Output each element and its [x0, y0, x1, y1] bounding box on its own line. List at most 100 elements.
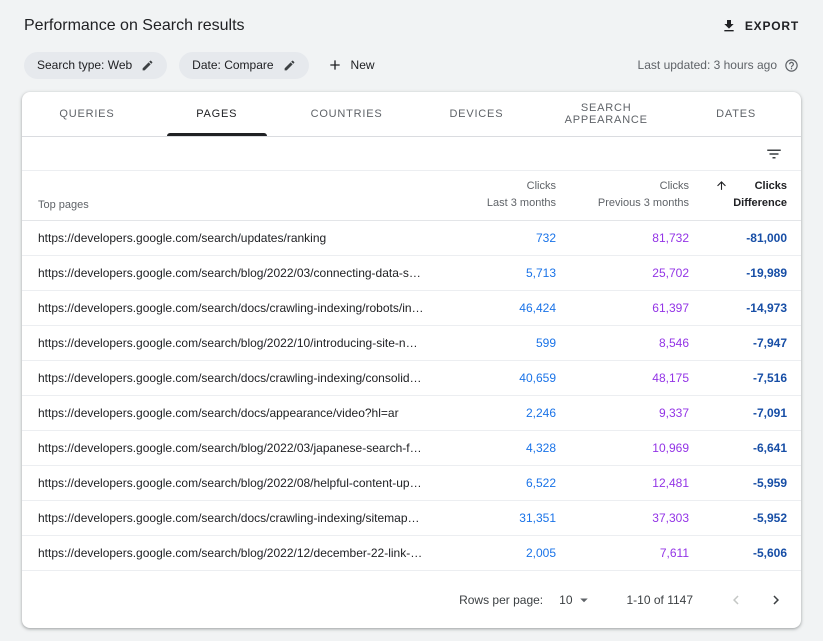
results-card: QUERIES PAGES COUNTRIES DEVICES SEARCH A…	[22, 92, 801, 628]
sort-ascending-icon	[715, 179, 728, 192]
clicks-previous-line1: Clicks	[556, 178, 689, 195]
filter-chips: Search type: Web Date: Compare New	[24, 52, 375, 79]
edit-pencil-icon	[141, 59, 154, 72]
clicks-previous-value: 37,303	[556, 511, 689, 525]
page-url[interactable]: https://developers.google.com/search/blo…	[38, 336, 436, 350]
clicks-last-value: 6,522	[436, 476, 556, 490]
chevron-left-icon	[727, 591, 745, 609]
table-row[interactable]: https://developers.google.com/search/blo…	[22, 431, 801, 466]
clicks-difference-line1: Clicks	[733, 178, 787, 195]
clicks-previous-line2: Previous 3 months	[556, 195, 689, 212]
clicks-previous-value: 7,611	[556, 546, 689, 560]
plus-icon	[327, 57, 343, 73]
table-row[interactable]: https://developers.google.com/search/doc…	[22, 291, 801, 326]
chevron-right-icon	[767, 591, 785, 609]
tab-search-appearance[interactable]: SEARCH APPEARANCE	[541, 92, 671, 136]
page-url[interactable]: https://developers.google.com/search/doc…	[38, 406, 436, 420]
filter-table-button[interactable]	[765, 145, 783, 163]
page-url[interactable]: https://developers.google.com/search/doc…	[38, 301, 436, 315]
clicks-last-value: 599	[436, 336, 556, 350]
rows-per-page-select[interactable]: 10	[559, 591, 592, 609]
clicks-last-value: 732	[436, 231, 556, 245]
tab-countries[interactable]: COUNTRIES	[282, 92, 412, 136]
clicks-difference-value: -5,606	[689, 546, 787, 560]
clicks-difference-value: -81,000	[689, 231, 787, 245]
clicks-difference-value: -5,959	[689, 476, 787, 490]
clicks-last-line1: Clicks	[436, 178, 556, 195]
dimension-tabs: QUERIES PAGES COUNTRIES DEVICES SEARCH A…	[22, 92, 801, 137]
table-row[interactable]: https://developers.google.com/search/blo…	[22, 536, 801, 571]
column-header-top-pages[interactable]: Top pages	[38, 199, 436, 211]
date-compare-chip-label: Date: Compare	[192, 58, 273, 72]
page-url[interactable]: https://developers.google.com/search/blo…	[38, 546, 436, 560]
table-row[interactable]: https://developers.google.com/search/upd…	[22, 221, 801, 256]
clicks-previous-value: 25,702	[556, 266, 689, 280]
table-header: Top pages Clicks Last 3 months Clicks Pr…	[22, 171, 801, 221]
pagination-range: 1-10 of 1147	[627, 593, 694, 607]
clicks-difference-value: -14,973	[689, 301, 787, 315]
table-row[interactable]: https://developers.google.com/search/doc…	[22, 396, 801, 431]
table-row[interactable]: https://developers.google.com/search/blo…	[22, 466, 801, 501]
export-button[interactable]: EXPORT	[721, 18, 799, 34]
new-filter-button[interactable]: New	[327, 57, 375, 73]
rows-per-page-label: Rows per page:	[459, 593, 543, 607]
edit-pencil-icon	[283, 59, 296, 72]
column-header-clicks-previous[interactable]: Clicks Previous 3 months	[556, 178, 689, 211]
clicks-last-value: 2,246	[436, 406, 556, 420]
clicks-last-value: 46,424	[436, 301, 556, 315]
clicks-last-value: 2,005	[436, 546, 556, 560]
clicks-last-line2: Last 3 months	[436, 195, 556, 212]
clicks-difference-value: -5,952	[689, 511, 787, 525]
clicks-previous-value: 10,969	[556, 441, 689, 455]
clicks-last-value: 40,659	[436, 371, 556, 385]
table-row[interactable]: https://developers.google.com/search/doc…	[22, 501, 801, 536]
table-row[interactable]: https://developers.google.com/search/doc…	[22, 361, 801, 396]
table-body: https://developers.google.com/search/upd…	[22, 221, 801, 571]
dropdown-arrow-icon	[575, 591, 593, 609]
clicks-difference-value: -7,947	[689, 336, 787, 350]
clicks-previous-value: 48,175	[556, 371, 689, 385]
clicks-difference-value: -7,091	[689, 406, 787, 420]
page-url[interactable]: https://developers.google.com/search/upd…	[38, 231, 436, 245]
tab-pages[interactable]: PAGES	[152, 92, 282, 136]
clicks-last-value: 5,713	[436, 266, 556, 280]
pagination-controls	[723, 587, 789, 613]
filter-list-icon	[765, 145, 783, 163]
help-icon[interactable]	[784, 58, 799, 73]
clicks-difference-value: -19,989	[689, 266, 787, 280]
search-type-chip-label: Search type: Web	[37, 58, 132, 72]
table-row[interactable]: https://developers.google.com/search/blo…	[22, 326, 801, 361]
table-footer: Rows per page: 10 1-10 of 1147	[22, 571, 801, 628]
table-toolbar	[22, 137, 801, 171]
clicks-difference-value: -7,516	[689, 371, 787, 385]
rows-per-page-value: 10	[559, 593, 572, 607]
tab-dates[interactable]: DATES	[671, 92, 801, 136]
column-header-clicks-difference[interactable]: Clicks Difference	[689, 178, 787, 211]
search-type-chip[interactable]: Search type: Web	[24, 52, 167, 79]
tab-devices[interactable]: DEVICES	[411, 92, 541, 136]
clicks-difference-value: -6,641	[689, 441, 787, 455]
clicks-previous-value: 61,397	[556, 301, 689, 315]
download-icon	[721, 18, 737, 34]
table-row[interactable]: https://developers.google.com/search/blo…	[22, 256, 801, 291]
page-url[interactable]: https://developers.google.com/search/blo…	[38, 441, 436, 455]
page-url[interactable]: https://developers.google.com/search/blo…	[38, 266, 436, 280]
new-filter-label: New	[351, 58, 375, 72]
clicks-difference-line2: Difference	[733, 195, 787, 212]
column-header-clicks-last[interactable]: Clicks Last 3 months	[436, 178, 556, 211]
page-url[interactable]: https://developers.google.com/search/blo…	[38, 476, 436, 490]
page-title: Performance on Search results	[24, 17, 245, 35]
last-updated-text: Last updated: 3 hours ago	[638, 58, 777, 72]
date-compare-chip[interactable]: Date: Compare	[179, 52, 308, 79]
tab-queries[interactable]: QUERIES	[22, 92, 152, 136]
page-url[interactable]: https://developers.google.com/search/doc…	[38, 371, 436, 385]
next-page-button[interactable]	[763, 587, 789, 613]
previous-page-button[interactable]	[723, 587, 749, 613]
filter-bar: Search type: Web Date: Compare New Last …	[0, 40, 823, 78]
topbar: Performance on Search results EXPORT	[0, 0, 823, 40]
clicks-previous-value: 8,546	[556, 336, 689, 350]
last-updated: Last updated: 3 hours ago	[638, 58, 799, 73]
export-label: EXPORT	[745, 19, 799, 33]
page-url[interactable]: https://developers.google.com/search/doc…	[38, 511, 436, 525]
clicks-previous-value: 12,481	[556, 476, 689, 490]
